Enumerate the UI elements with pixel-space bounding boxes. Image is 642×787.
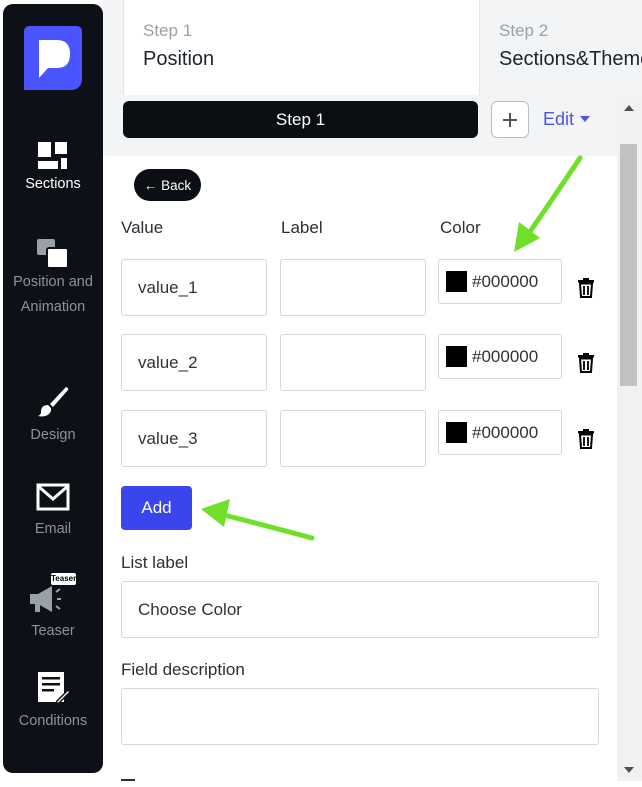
color-picker[interactable]: #000000 [438,334,562,379]
teaser-badge: Teaser [51,573,77,585]
scroll-up-arrow-icon[interactable] [624,105,634,111]
conditions-icon [38,672,71,706]
column-header-value: Value [121,218,164,237]
app-logo [24,26,82,90]
scroll-down-arrow-icon[interactable] [624,767,634,773]
settings-panel: ← Back Value Label Color value_1 #000000… [103,156,617,781]
color-value: #000000 [472,271,539,291]
color-swatch [446,271,467,292]
list-label-heading: List label [121,553,189,572]
sidebar-item-sections[interactable]: Sections [3,140,103,197]
sidebar-item-email[interactable]: Email [3,483,103,542]
steps-bar: Step 1 Position Step 2 Sections&Theme [103,0,642,96]
vertical-scrollbar[interactable] [617,96,642,781]
label-input[interactable] [280,410,426,467]
color-swatch [446,422,467,443]
trash-icon[interactable] [577,353,595,373]
current-step-label: Step 1 [275,109,326,129]
add-button[interactable]: Add [121,486,192,530]
edit-dropdown[interactable]: Edit [543,106,591,132]
sidebar-item-label: Email [34,521,72,537]
step-number: Step 1 [143,21,193,40]
trash-icon[interactable] [577,429,595,449]
left-sidebar: Sections Position and Animation Design E… [3,4,103,773]
color-swatch [446,346,467,367]
value-input[interactable]: value_3 [121,410,267,467]
column-header-label: Label [281,218,323,237]
sidebar-item-position[interactable]: Position and Animation [3,238,103,320]
position-icon [37,239,69,269]
current-step-button[interactable]: Step 1 [123,101,478,138]
sidebar-item-teaser[interactable]: Teaser Teaser [3,570,103,644]
sidebar-item-conditions[interactable]: Conditions [3,670,103,734]
list-label-input[interactable]: Choose Color [121,581,599,638]
step-name: Sections&Theme [499,48,642,70]
column-header-color: Color [440,218,481,237]
step-number: Step 2 [499,21,549,40]
brush-icon [38,387,69,417]
step-name: Position [143,48,215,70]
scrollbar-thumb[interactable] [620,144,637,386]
color-value: #000000 [472,346,539,366]
plus-icon [503,112,517,127]
cut-off-label [121,776,141,781]
tab-step-1[interactable]: Step 1 Position [123,0,480,95]
sidebar-item-label: Conditions [18,713,88,729]
color-picker[interactable]: #000000 [438,410,562,455]
field-description-heading: Field description [121,660,245,679]
color-value: #000000 [472,422,539,442]
color-picker[interactable]: #000000 [438,259,562,304]
sections-icon [38,142,67,169]
sidebar-item-label: Teaser [31,623,75,639]
field-description-input[interactable] [121,688,599,745]
envelope-icon [36,483,70,511]
back-button[interactable]: ← Back [134,169,201,201]
sidebar-item-label: Position and Animation [13,274,93,315]
megaphone-icon [30,586,61,612]
value-input[interactable]: value_2 [121,334,267,391]
label-input[interactable] [280,259,426,316]
sidebar-item-design[interactable]: Design [3,384,103,448]
tab-step-2[interactable]: Step 2 Sections&Theme [480,0,642,95]
add-step-button[interactable] [491,101,529,138]
caret-down-icon [580,115,591,122]
sidebar-item-label: Design [30,427,76,443]
value-input[interactable]: value_1 [121,259,267,316]
label-input[interactable] [280,334,426,391]
trash-icon[interactable] [577,278,595,298]
sidebar-item-label: Sections [25,176,81,192]
edit-label: Edit [543,108,575,129]
step-toolbar: Step 1 Edit [103,96,617,156]
